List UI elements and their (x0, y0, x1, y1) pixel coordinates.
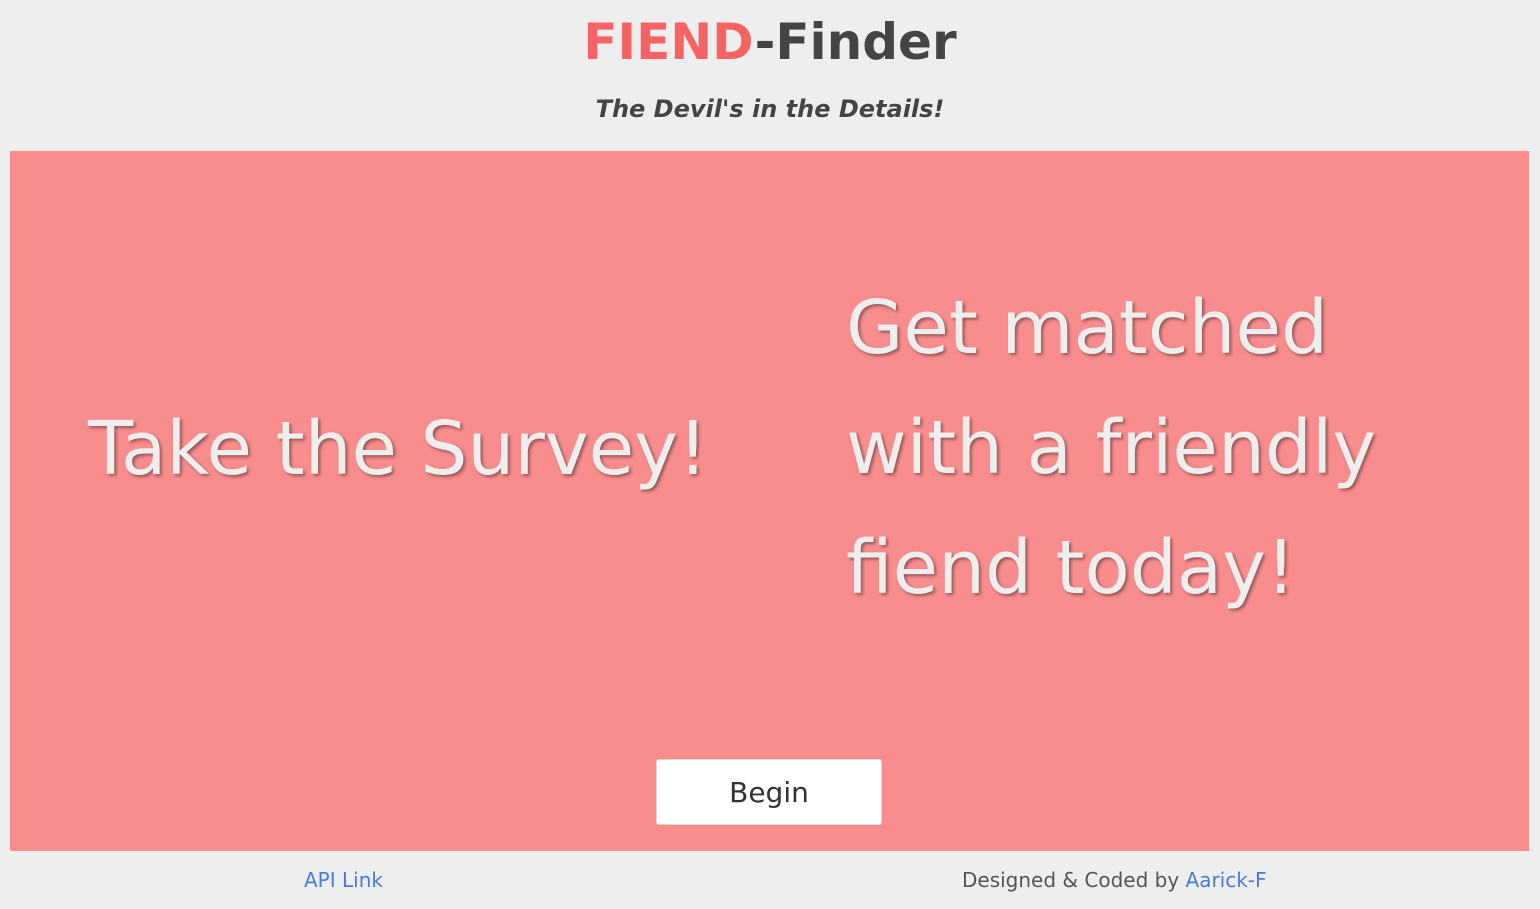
begin-button[interactable]: Begin (656, 759, 882, 825)
survey-heading: Take the Survey! (88, 406, 708, 492)
page-subtitle: The Devil's in the Details! (595, 95, 945, 123)
credit-text: Designed & Coded by Aarick-F (962, 851, 1267, 909)
api-link[interactable]: API Link (304, 851, 383, 909)
title-accent: FIEND (583, 13, 755, 71)
match-tagline: Get matched with a friendly fiend today! (846, 268, 1486, 628)
title-rest: -Finder (754, 13, 957, 71)
author-link[interactable]: Aarick-F (1186, 868, 1267, 892)
hero-panel: Take the Survey! Get matched with a frie… (10, 151, 1529, 851)
match-tagline-line-3: fiend today! (846, 525, 1296, 611)
site-header: FIEND-Finder The Devil's in the Details! (0, 0, 1540, 151)
site-footer: API Link Designed & Coded by Aarick-F (0, 851, 1540, 903)
match-tagline-line-2: with a friendly (846, 405, 1377, 491)
credit-prefix: Designed & Coded by (962, 868, 1186, 892)
match-tagline-line-1: Get matched (846, 285, 1328, 371)
page-title: FIEND-Finder (0, 12, 1540, 72)
